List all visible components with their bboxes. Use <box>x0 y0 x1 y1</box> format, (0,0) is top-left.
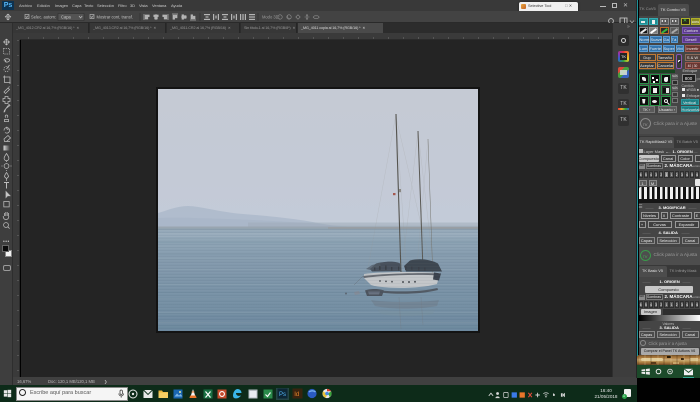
svg-text:Id: Id <box>294 392 299 398</box>
svg-text:Capa: Capa <box>61 14 72 19</box>
svg-text:Modo 3D:: Modo 3D: <box>262 14 280 19</box>
svg-text:Ps: Ps <box>279 392 286 398</box>
svg-text:Selec. autom:: Selec. autom: <box>31 14 56 19</box>
svg-text:Mostrar cont. transf.: Mostrar cont. transf. <box>97 14 133 19</box>
